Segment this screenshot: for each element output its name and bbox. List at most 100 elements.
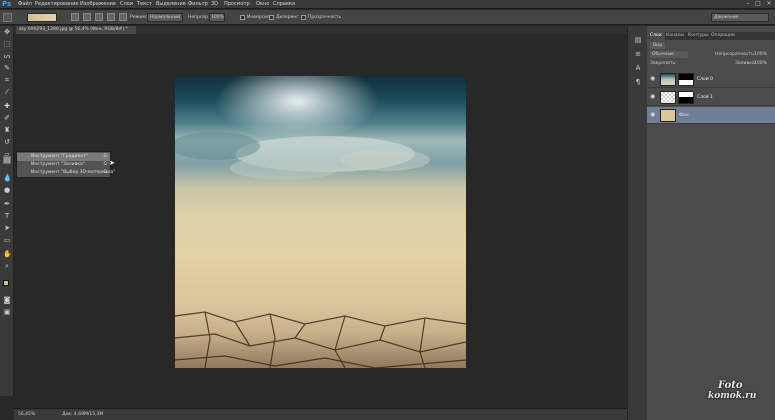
flyout-item-3d-material[interactable]: Инструмент "Выбор 3D-материала" G [17,169,115,177]
workspace-value: Движение [714,15,739,20]
dither-checkbox[interactable] [269,15,274,20]
eye-icon[interactable]: ◉ [650,112,657,118]
tab-actions[interactable]: Операции [708,32,738,40]
flyout-item-paint-bucket[interactable]: Инструмент "Заливка" G [17,161,110,169]
layer-name[interactable]: Слой 0 [697,71,713,88]
minimize-button[interactable]: – [744,1,752,7]
flyout-item-label: Инструмент "Выбор 3D-материала" [31,170,116,175]
menu-select[interactable]: Выделение [156,1,186,8]
menu-edit[interactable]: Редактирование [35,1,79,8]
cursor-icon: ➤ [109,159,115,167]
pen-icon[interactable]: ✒ [3,200,11,208]
type-icon[interactable]: T [3,212,11,220]
eye-icon[interactable]: ◉ [650,76,657,82]
screen-mode-icon[interactable]: ▣ [3,308,11,316]
tab-channels[interactable]: Каналы [663,32,687,40]
flyout-item-gradient[interactable]: Инструмент "Градиент" G [17,153,110,161]
angle-gradient-icon[interactable] [95,13,103,21]
gradient-picker[interactable] [27,13,57,22]
gradient-icon[interactable]: ▤ [3,156,11,164]
reflected-gradient-icon[interactable] [107,13,115,21]
crop-icon[interactable]: ⌗ [3,76,11,84]
opacity-label: Непрозр.: [188,15,211,20]
menu-view[interactable]: Просмотр [224,1,250,8]
app-logo: Ps [2,0,12,8]
kind-filter[interactable]: Вид [650,42,666,49]
panel-tabs: Слои Каналы Контуры Операции [647,32,775,40]
fill-value[interactable]: 100% [754,60,767,67]
flyout-item-shortcut: G [103,162,108,167]
radial-gradient-icon[interactable] [83,13,91,21]
zoom-icon[interactable]: ⌕ [3,262,11,270]
dither-label: Дизеринг [276,15,299,20]
layer-name[interactable]: Слой 1 [697,89,713,106]
inverse-label: Инверсия [247,15,270,20]
maximize-button[interactable]: □ [754,1,762,7]
menu-file[interactable]: Файл [18,1,32,8]
menu-image[interactable]: Изображение [80,1,116,8]
layer-opacity-value[interactable]: 100% [754,51,767,58]
image-artwork [175,76,466,368]
blur-icon[interactable]: 💧 [3,174,12,182]
workspace-select[interactable]: Движение [711,13,769,22]
brush-icon[interactable]: ✐ [3,114,11,122]
layer-mask-thumbnail[interactable] [678,73,694,86]
healing-icon[interactable]: ✚ [3,102,11,110]
menu-window[interactable]: Окно [256,1,269,8]
flyout-item-shortcut: G [103,170,108,175]
layer-name[interactable]: Фон [679,107,689,124]
quick-mask-icon[interactable]: ◙ [3,296,11,304]
transparency-checkbox[interactable] [301,15,306,20]
menu-3d[interactable]: 3D [211,1,218,8]
watermark-line-2: komok.ru [708,391,757,401]
flyout-item-label: Инструмент "Градиент" [31,154,88,159]
fill-label: Заливка: [735,61,757,66]
menu-filter[interactable]: Фильтр [188,1,208,8]
menu-help[interactable]: Справка [273,1,295,8]
gradient-tool-flyout: Инструмент "Градиент" G Инструмент "Зали… [16,151,115,178]
quick-select-icon[interactable]: ✎ [3,64,11,72]
menu-layers[interactable]: Слои [120,1,133,8]
dodge-icon[interactable]: ● [3,186,11,194]
layer-mask-thumbnail[interactable] [678,91,694,104]
layer-row[interactable]: ◉ Слой 1 [647,89,775,106]
history-brush-icon[interactable]: ↺ [3,138,11,146]
opacity-input[interactable]: 100% [209,13,225,22]
paragraph-panel-icon[interactable]: ¶ [633,78,643,86]
document-image[interactable] [175,76,466,368]
character-panel-icon[interactable]: A [633,64,643,72]
status-bar: 56,45% Док: 4,69M/15,3M [14,408,627,420]
properties-panel-icon[interactable]: ≡ [633,50,643,58]
path-select-icon[interactable]: ➤ [3,224,11,232]
menu-bar: Ps Файл Редактирование Изображение Слои … [0,0,775,9]
tools-panel: ✥ ⬚ ᔕ ✎ ⌗ ⁄ ✚ ✐ ♜ ↺ ▱ ▤ 💧 ● ✒ T ➤ ▭ ✋ ⌕ … [0,26,14,396]
layer-opacity-label: Непрозрачность: [715,52,756,57]
clone-stamp-icon[interactable]: ♜ [3,126,11,134]
inverse-checkbox[interactable] [240,15,245,20]
move-icon[interactable]: ✥ [3,28,11,36]
layer-row[interactable]: ◉ Фон [647,107,775,124]
layer-thumbnail [660,91,676,104]
blend-mode-select[interactable]: Обычные [650,51,688,58]
tool-preset-icon[interactable] [3,13,12,22]
eyedropper-icon[interactable]: ⁄ [3,88,11,96]
shape-icon[interactable]: ▭ [3,236,11,244]
mode-select[interactable]: Нормальный [147,13,183,22]
mode-value: Нормальный [150,15,181,20]
menu-type[interactable]: Текст [137,1,152,8]
diamond-gradient-icon[interactable] [119,13,127,21]
lasso-icon[interactable]: ᔕ [3,52,11,60]
foreground-color-swatch[interactable] [3,280,9,286]
marquee-icon[interactable]: ⬚ [3,40,11,48]
linear-gradient-icon[interactable] [71,13,79,21]
eye-icon[interactable]: ◉ [650,94,657,100]
panel-dock-strip: ▤ ≡ A ¶ [627,26,647,420]
history-panel-icon[interactable]: ▤ [633,36,643,44]
hand-icon[interactable]: ✋ [3,250,12,258]
close-button[interactable]: × [765,1,773,7]
layer-row[interactable]: ◉ Слой 0 [647,71,775,88]
document-tab-bar: sky 690293_1280.jpg @ 56,4% (Фон, RGB/8#… [14,26,627,34]
document-tab[interactable]: sky 690293_1280.jpg @ 56,4% (Фон, RGB/8#… [16,26,136,34]
status-zoom[interactable]: 56,45% [18,412,35,417]
lock-label: Закрепить: [650,61,677,66]
